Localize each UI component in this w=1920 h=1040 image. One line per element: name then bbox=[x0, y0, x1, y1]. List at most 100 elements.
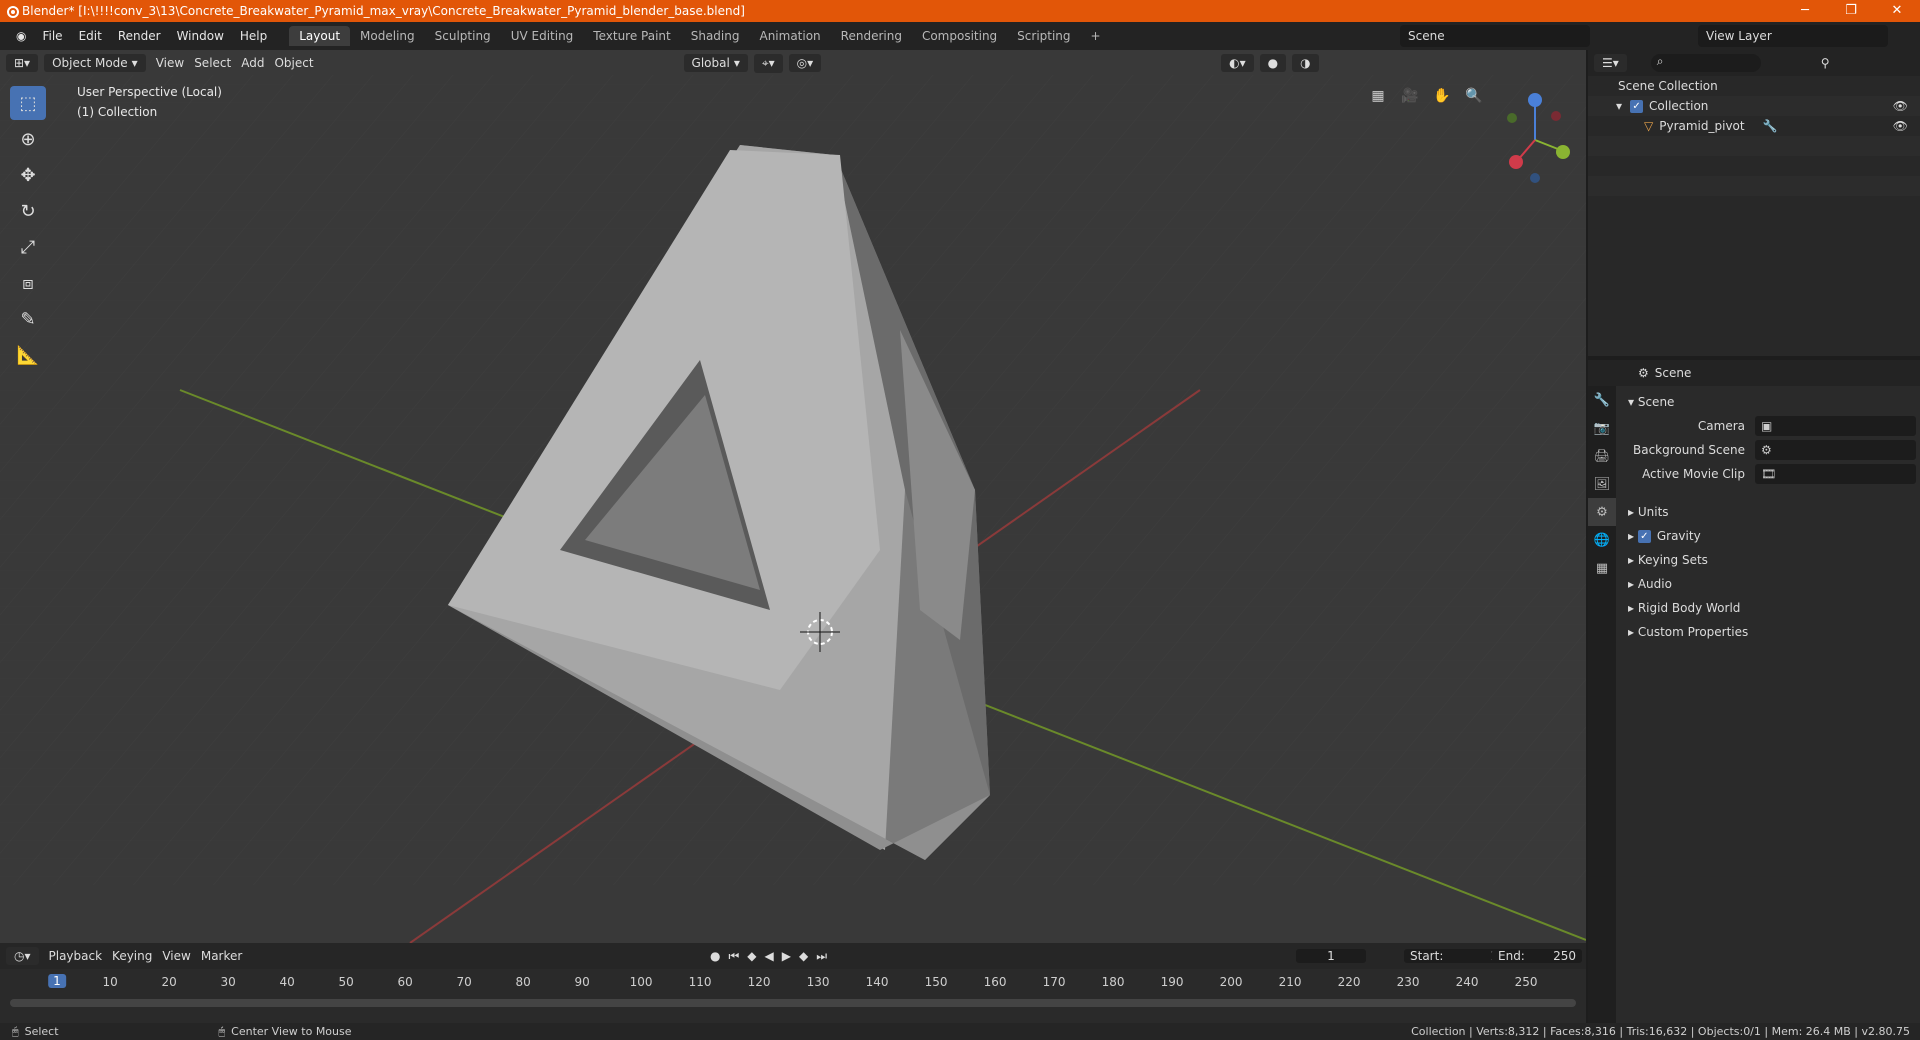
tab-layout[interactable]: Layout bbox=[289, 26, 351, 46]
jump-start-icon[interactable]: ⏮ bbox=[728, 949, 739, 964]
expand-arrow-icon[interactable]: ▾ bbox=[1616, 99, 1622, 113]
scene-selector[interactable]: Scene bbox=[1400, 25, 1590, 47]
overlays-toggle[interactable]: ◐▾ bbox=[1221, 54, 1254, 72]
menu-playback[interactable]: Playback bbox=[49, 949, 103, 963]
menu-marker[interactable]: Marker bbox=[201, 949, 242, 963]
start-frame-field[interactable]: Start:1 bbox=[1404, 949, 1504, 963]
prev-keyframe-icon[interactable]: ◆ bbox=[747, 949, 756, 964]
editor-type-button[interactable]: ⊞▾ bbox=[6, 54, 39, 72]
maximize-button[interactable]: ❐ bbox=[1828, 0, 1874, 22]
measure-tool[interactable]: 📐 bbox=[10, 338, 46, 372]
tab-uv-editing[interactable]: UV Editing bbox=[501, 26, 584, 46]
end-frame-field[interactable]: End: 250 bbox=[1492, 949, 1582, 963]
frame-tick: 90 bbox=[574, 975, 590, 989]
texture-tab-icon[interactable]: ▦ bbox=[1588, 554, 1616, 582]
gravity-panel[interactable]: ▸ ✓ Gravity bbox=[1620, 524, 1916, 548]
keying-sets-panel[interactable]: ▸ Keying Sets bbox=[1620, 548, 1916, 572]
outliner-empty-row bbox=[1588, 176, 1920, 196]
timeline: ◷▾ Playback Keying View Marker ● ⏮ ◆ ◀ ▶… bbox=[0, 943, 1586, 1023]
outliner-row-collection[interactable]: ▾ ✓ Collection 👁 bbox=[1588, 96, 1920, 116]
outliner-row-scene-collection[interactable]: Scene Collection bbox=[1588, 76, 1920, 96]
cursor-tool[interactable]: ⊕ bbox=[10, 122, 46, 156]
scene-panel-header[interactable]: ▾ Scene bbox=[1620, 390, 1916, 414]
outliner-editor-type[interactable]: ☰▾ bbox=[1594, 54, 1627, 72]
menu-keying[interactable]: Keying bbox=[112, 949, 152, 963]
menu-help[interactable]: Help bbox=[232, 29, 275, 43]
scale-tool[interactable]: ⤢ bbox=[10, 230, 46, 264]
rotate-tool[interactable]: ↻ bbox=[10, 194, 46, 228]
blender-menu-icon[interactable]: ◉ bbox=[8, 29, 34, 43]
proportional-editing-toggle[interactable]: ◎▾ bbox=[788, 54, 822, 72]
snap-toggle[interactable]: ⌖▾ bbox=[753, 53, 783, 73]
frame-ruler[interactable]: 1 10 20 30 40 50 60 70 80 90 100 110 120 130 140 150 160… bbox=[0, 969, 1586, 997]
camera-field[interactable]: ▣ bbox=[1755, 416, 1916, 436]
tab-animation[interactable]: Animation bbox=[749, 26, 830, 46]
timeline-editor-type[interactable]: ◷▾ bbox=[6, 947, 39, 965]
collection-checkbox[interactable]: ✓ bbox=[1630, 99, 1644, 113]
menu-window[interactable]: Window bbox=[169, 29, 232, 43]
tab-scripting[interactable]: Scripting bbox=[1007, 26, 1080, 46]
frame-tick: 110 bbox=[688, 975, 712, 989]
frame-tick: 200 bbox=[1219, 975, 1243, 989]
timeline-scrollbar[interactable] bbox=[10, 999, 1576, 1007]
outliner-search-input[interactable]: ⌕ bbox=[1650, 54, 1761, 72]
render-tab-icon[interactable]: 📷 bbox=[1588, 414, 1616, 442]
title-bar: Blender* [I:\!!!!conv_3\13\Concrete_Brea… bbox=[0, 0, 1920, 22]
annotate-tool[interactable]: ✎ bbox=[10, 302, 46, 336]
filter-icon[interactable]: ⚲ bbox=[1821, 56, 1830, 70]
tab-compositing[interactable]: Compositing bbox=[912, 26, 1007, 46]
view-layer-selector[interactable]: View Layer bbox=[1698, 25, 1888, 47]
minimize-button[interactable]: ─ bbox=[1782, 0, 1828, 22]
view-layer-tab-icon[interactable]: 🖼 bbox=[1588, 470, 1616, 498]
menu-select[interactable]: Select bbox=[194, 56, 231, 70]
menu-render[interactable]: Render bbox=[110, 29, 169, 43]
play-icon[interactable]: ▶ bbox=[782, 949, 791, 964]
units-panel[interactable]: ▸ Units bbox=[1620, 500, 1916, 524]
object-eye-icon[interactable]: 👁 bbox=[1893, 119, 1908, 133]
menu-timeline-view[interactable]: View bbox=[162, 949, 190, 963]
move-tool[interactable]: ✥ bbox=[10, 158, 46, 192]
current-frame-field[interactable]: 1 bbox=[1296, 949, 1366, 963]
movie-clip-field[interactable]: 🎞 bbox=[1755, 464, 1916, 484]
tab-texture-paint[interactable]: Texture Paint bbox=[583, 26, 680, 46]
world-tab-icon[interactable]: 🌐 bbox=[1588, 526, 1616, 554]
3d-viewport[interactable]: ⊞▾ Object Mode ▾ View Select Add Object … bbox=[0, 50, 1586, 943]
background-scene-field[interactable]: ⚙ bbox=[1755, 440, 1916, 460]
add-workspace-button[interactable]: + bbox=[1081, 26, 1111, 46]
menu-view[interactable]: View bbox=[156, 56, 184, 70]
close-button[interactable]: ✕ bbox=[1874, 0, 1920, 22]
menu-object[interactable]: Object bbox=[274, 56, 313, 70]
tool-tab-icon[interactable]: 🔧 bbox=[1588, 386, 1616, 414]
transform-tool[interactable]: ⧈ bbox=[10, 266, 46, 300]
tab-shading[interactable]: Shading bbox=[681, 26, 750, 46]
status-bar: 🖱 Select 🖱 Center View to Mouse Collecti… bbox=[0, 1023, 1920, 1040]
output-tab-icon[interactable]: 🖨 bbox=[1588, 442, 1616, 470]
tab-rendering[interactable]: Rendering bbox=[831, 26, 912, 46]
record-icon[interactable]: ● bbox=[710, 949, 720, 964]
menu-file[interactable]: File bbox=[34, 29, 70, 43]
shading-solid-button[interactable]: ● bbox=[1259, 54, 1287, 72]
pan-hand-icon[interactable]: ✋ bbox=[1430, 84, 1454, 108]
gravity-checkbox[interactable]: ✓ bbox=[1637, 529, 1651, 543]
modifier-wrench-icon[interactable]: 🔧 bbox=[1763, 119, 1778, 133]
grid-toggle-icon[interactable]: ▦ bbox=[1366, 84, 1390, 108]
camera-view-icon[interactable]: 🎥 bbox=[1398, 84, 1422, 108]
jump-end-icon[interactable]: ⏭ bbox=[816, 949, 827, 964]
menu-add[interactable]: Add bbox=[241, 56, 264, 70]
eye-icon[interactable]: 👁 bbox=[1893, 99, 1908, 113]
transform-orientation-selector[interactable]: Global ▾ bbox=[683, 54, 748, 72]
shading-material-button[interactable]: ◑ bbox=[1292, 54, 1319, 72]
rigid-body-world-panel[interactable]: ▸ Rigid Body World bbox=[1620, 596, 1916, 620]
outliner-row-object[interactable]: ▽ Pyramid_pivot 🔧 👁 bbox=[1588, 116, 1920, 136]
tab-modeling[interactable]: Modeling bbox=[350, 26, 425, 46]
custom-properties-panel[interactable]: ▸ Custom Properties bbox=[1620, 620, 1916, 644]
next-keyframe-icon[interactable]: ◆ bbox=[799, 949, 808, 964]
mode-selector[interactable]: Object Mode ▾ bbox=[44, 54, 146, 72]
tab-sculpting[interactable]: Sculpting bbox=[425, 26, 501, 46]
menu-edit[interactable]: Edit bbox=[71, 29, 110, 43]
scene-tab-icon[interactable]: ⚙ bbox=[1588, 498, 1616, 526]
select-box-tool[interactable]: ⬚ bbox=[10, 86, 46, 120]
audio-panel[interactable]: ▸ Audio bbox=[1620, 572, 1916, 596]
play-reverse-icon[interactable]: ◀ bbox=[765, 949, 774, 964]
zoom-icon[interactable]: 🔍 bbox=[1462, 84, 1486, 108]
